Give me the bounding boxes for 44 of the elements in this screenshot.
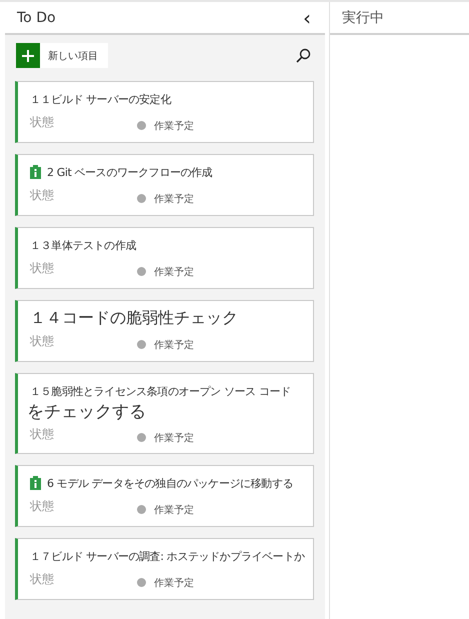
work-item-card[interactable]: １５脆弱性とライセンス条項のオープン ソース コード をチェックする 状態 作業予定: [15, 373, 314, 454]
field-label: 状態: [30, 498, 55, 515]
clipboard-icon: [30, 165, 41, 179]
state-dot: [137, 505, 146, 514]
item-title[interactable]: １１ビルド サーバーの安定化: [30, 92, 171, 106]
item-title[interactable]: 6 モデル データをその独自のパッケージに移動する: [47, 476, 293, 490]
work-item-card[interactable]: １３単体テストの作成 状態 作業予定: [15, 227, 314, 289]
search-icon[interactable]: [296, 48, 311, 63]
state-value: 作業予定: [154, 192, 194, 206]
state-dot: [137, 340, 146, 349]
collapse-button[interactable]: ‹: [299, 8, 315, 28]
state-value: 作業予定: [154, 120, 194, 133]
item-title[interactable]: 2 Git ベースのワークフローの作成: [47, 164, 212, 180]
state-dot: [137, 194, 146, 203]
clipboard-icon: [30, 476, 41, 490]
state-dot: [137, 267, 146, 276]
item-title[interactable]: １５脆弱性とライセンス条項のオープン ソース コード: [30, 384, 291, 398]
state-value: 作業予定: [154, 432, 194, 445]
state-dot: [137, 578, 146, 587]
plus-icon: [22, 50, 34, 62]
item-title[interactable]: １７ビルド サーバーの調査: ホステッドかプライベートか: [30, 548, 304, 564]
column-title: To Do: [17, 10, 56, 26]
field-label: 状態: [30, 426, 55, 443]
state-dot: [137, 121, 146, 130]
work-item-card[interactable]: 6 モデル データをその独自のパッケージに移動する 状態 作業予定: [15, 465, 314, 527]
work-item-card[interactable]: 2 Git ベースのワークフローの作成 状態 作業予定: [15, 154, 314, 216]
state-value: 作業予定: [154, 266, 194, 279]
work-item-card[interactable]: １４コードの脆弱性チェック 状態 作業予定: [15, 300, 314, 362]
field-label: 状態: [30, 260, 55, 277]
state-dot: [137, 433, 146, 442]
item-title[interactable]: １４コードの脆弱性チェック: [30, 308, 238, 328]
field-label: 状態: [30, 333, 55, 350]
state-value: 作業予定: [154, 504, 194, 517]
field-label: 状態: [30, 187, 55, 204]
item-title[interactable]: １３単体テストの作成: [30, 238, 136, 252]
field-label: 状態: [30, 571, 55, 588]
new-item-button[interactable]: 新しい項目: [16, 43, 108, 68]
state-value: 作業予定: [154, 338, 194, 352]
column-title: 実行中: [342, 8, 384, 26]
item-title[interactable]: をチェックする: [27, 402, 146, 422]
field-label: 状態: [30, 114, 55, 131]
work-item-card[interactable]: １７ビルド サーバーの調査: ホステッドかプライベートか 状態 作業予定: [15, 538, 314, 600]
state-value: 作業予定: [154, 576, 194, 590]
work-item-card[interactable]: １１ビルド サーバーの安定化 状態 作業予定: [15, 81, 314, 143]
